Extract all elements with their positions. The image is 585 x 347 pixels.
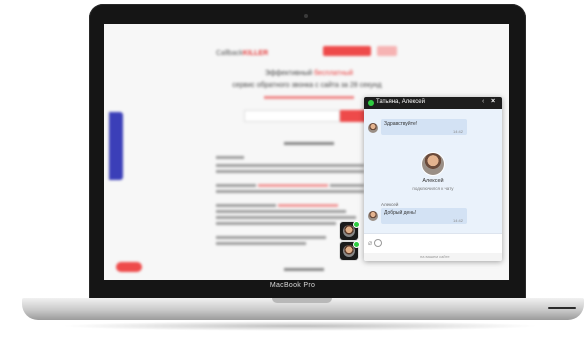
text-line [216,164,364,167]
chat-message-text: Добрый день! [384,210,417,216]
device-brand-label: MacBook Pro [269,282,316,289]
join-operator-name: Алексей [422,178,444,184]
site-call-button[interactable] [340,110,366,122]
text-line [216,216,356,219]
camera-icon [304,14,308,18]
attach-icon[interactable]: ⌀ [368,239,372,247]
text-line [216,184,256,187]
text-line [216,156,244,159]
avatar [368,211,378,221]
avatar [368,123,378,133]
laptop-mockup: CallbackKILLER Эффективный бесплатный се… [0,0,585,347]
emoji-icon[interactable] [374,239,382,247]
laptop-port [548,307,576,309]
chat-message-time: 14:42 [453,129,464,134]
operator-avatar-alexey[interactable] [340,241,360,260]
join-status-text: подключился к чату [412,186,454,191]
chat-header: Татьяна, Алексей ‹ × [364,97,502,109]
text-link-line[interactable] [258,184,328,187]
online-status-icon [368,100,374,106]
site-footer-text [284,268,324,271]
text-line [330,184,364,187]
chat-widget: Татьяна, Алексей ‹ × Здравствуйте! 14:42… [364,97,502,261]
chat-input[interactable]: ⌀ [364,233,502,254]
chat-title: Татьяна, Алексей [376,99,425,105]
site-headline: Эффективный бесплатный [264,70,354,77]
text-link-line[interactable] [278,204,338,207]
online-status-icon [353,241,360,248]
laptop-shadow [60,321,540,331]
laptop-screen: CallbackKILLER Эффективный бесплатный се… [104,24,509,280]
text-line [216,236,326,239]
close-icon[interactable]: × [491,98,495,105]
laptop-notch [272,298,332,303]
chat-message-time: 14:42 [453,218,464,223]
site-bottom-button[interactable] [116,262,142,272]
text-line [216,242,306,245]
site-link[interactable] [264,96,354,99]
text-line [216,210,346,213]
site-phone-input[interactable] [244,110,340,122]
chat-message-text: Здравствуйте! [384,121,418,127]
text-line [216,170,364,173]
message-sender: Алексей [381,202,399,207]
chevron-left-icon[interactable]: ‹ [482,98,484,105]
site-logo: CallbackKILLER [216,50,269,57]
text-line [216,204,276,207]
operator-avatar-tatiana[interactable] [340,221,360,240]
online-status-icon [353,221,360,228]
site-subheadline: сервис обратного звонка с сайта за 28 се… [232,82,382,89]
side-feedback-tab[interactable] [109,112,123,180]
text-line [216,222,336,225]
text-line [216,190,364,193]
site-cta-button[interactable] [323,46,371,56]
site-secondary-button[interactable] [377,46,397,56]
site-section-title [284,142,334,145]
avatar [422,153,444,175]
powered-by-bar: на вашем сайте [364,253,502,261]
powered-by-text[interactable]: на вашем сайте [420,254,450,259]
